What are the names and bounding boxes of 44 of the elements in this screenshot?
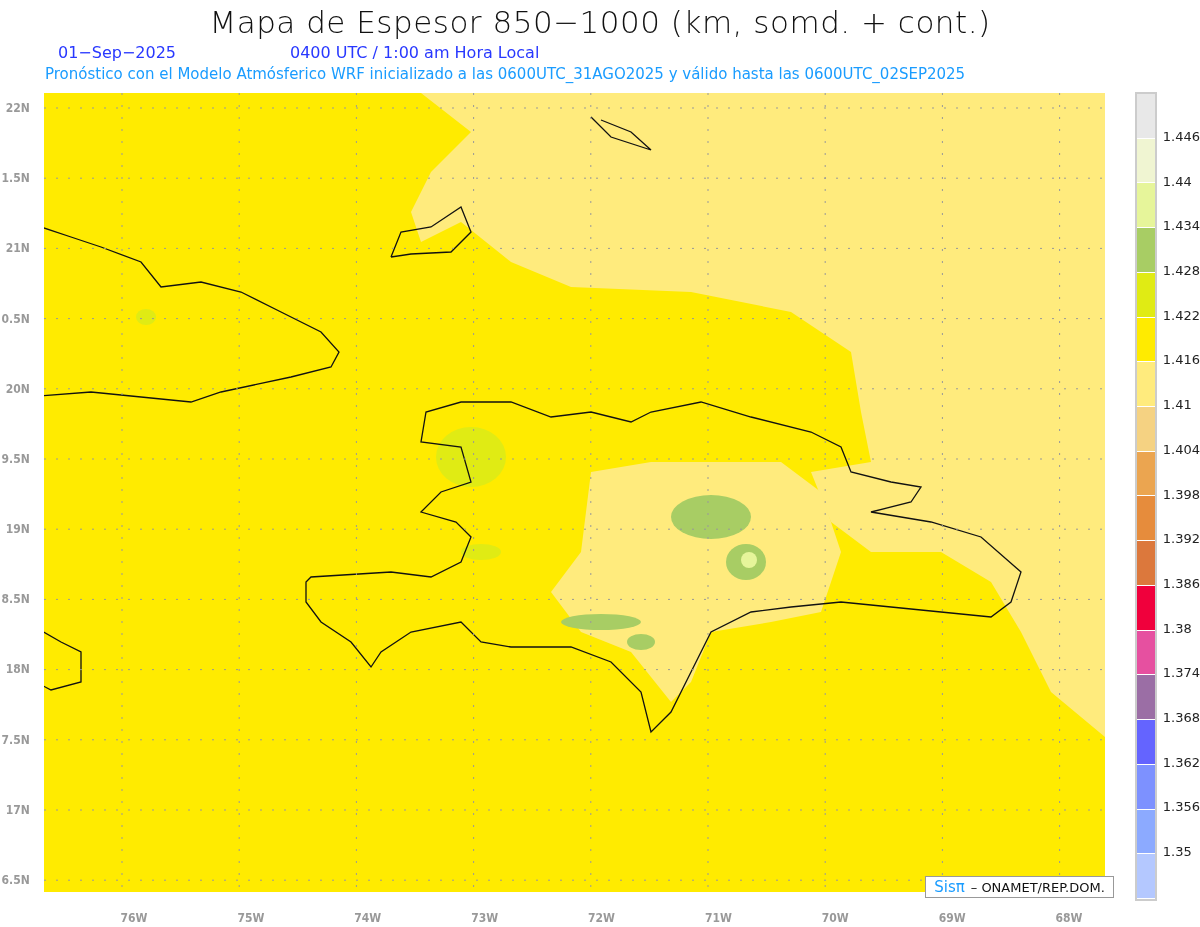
longitude-label: 71W: [703, 910, 733, 927]
longitude-label: 74W: [353, 910, 383, 927]
scale-value-label: 1.386: [1162, 574, 1200, 593]
longitude-label: 69W: [937, 910, 967, 927]
map-title: Mapa de Espesor 850−1000 (km, somd. + cont.): [208, 3, 992, 42]
latitude-label: 9.5N: [1, 450, 30, 468]
scale-value-label: 1.392: [1162, 530, 1200, 549]
latitude-label: 21N: [5, 240, 30, 258]
scale-value-label: 1.446: [1162, 128, 1200, 146]
scale-value-label: 1.398: [1162, 485, 1200, 504]
scale-value-label: 1.35: [1162, 843, 1193, 861]
longitude-label: 72W: [587, 910, 616, 927]
scale-value-label: 1.404: [1162, 440, 1200, 459]
latitude-label: 17N: [5, 801, 30, 819]
latitude-label: 18N: [5, 661, 30, 679]
scale-value-label: 1.44: [1162, 172, 1193, 191]
scale-value-label: 1.416: [1162, 351, 1200, 370]
latitude-label: 1.5N: [1, 170, 30, 188]
latitude-label: 7.5N: [1, 731, 30, 749]
scale-value-label: 1.374: [1162, 664, 1200, 683]
time-label: 0400 UTC / 1:00 am Hora Local: [290, 42, 540, 64]
scale-value-label: 1.38: [1162, 619, 1193, 638]
date-label: 01−Sep−2025: [58, 42, 178, 64]
latitude-label: 8.5N: [1, 591, 30, 609]
longitude-label: 76W: [119, 910, 149, 927]
longitude-label: 73W: [470, 910, 500, 927]
credit-brand: Sisπ: [934, 878, 965, 896]
forecast-description: Pronóstico con el Modelo Atmósferico WRF inicializado a las 0600UTC_31AGO2025 y válido hasta las 0600UTC_02SEP2025: [44, 64, 967, 84]
longitude-label: 68W: [1054, 910, 1084, 927]
scale-value-label: 1.356: [1162, 798, 1200, 817]
scale-value-label: 1.41: [1162, 396, 1193, 415]
latitude-label: 0.5N: [1, 310, 30, 328]
longitude-label: 75W: [236, 910, 266, 927]
scale-value-label: 1.428: [1162, 262, 1200, 281]
longitude-label: 70W: [820, 910, 850, 927]
scale-value-label: 1.368: [1162, 708, 1200, 727]
latitude-label: 6.5N: [1, 871, 30, 889]
latitude-label: 19N: [5, 521, 30, 539]
latitude-label: 22N: [5, 100, 30, 117]
latitude-label: 20N: [5, 380, 30, 398]
scale-value-label: 1.422: [1162, 306, 1200, 325]
scale-value-label: 1.362: [1162, 753, 1200, 772]
scale-value-label: 1.434: [1162, 217, 1200, 236]
credit-text: – ONAMET/REP.DOM.: [970, 880, 1105, 895]
